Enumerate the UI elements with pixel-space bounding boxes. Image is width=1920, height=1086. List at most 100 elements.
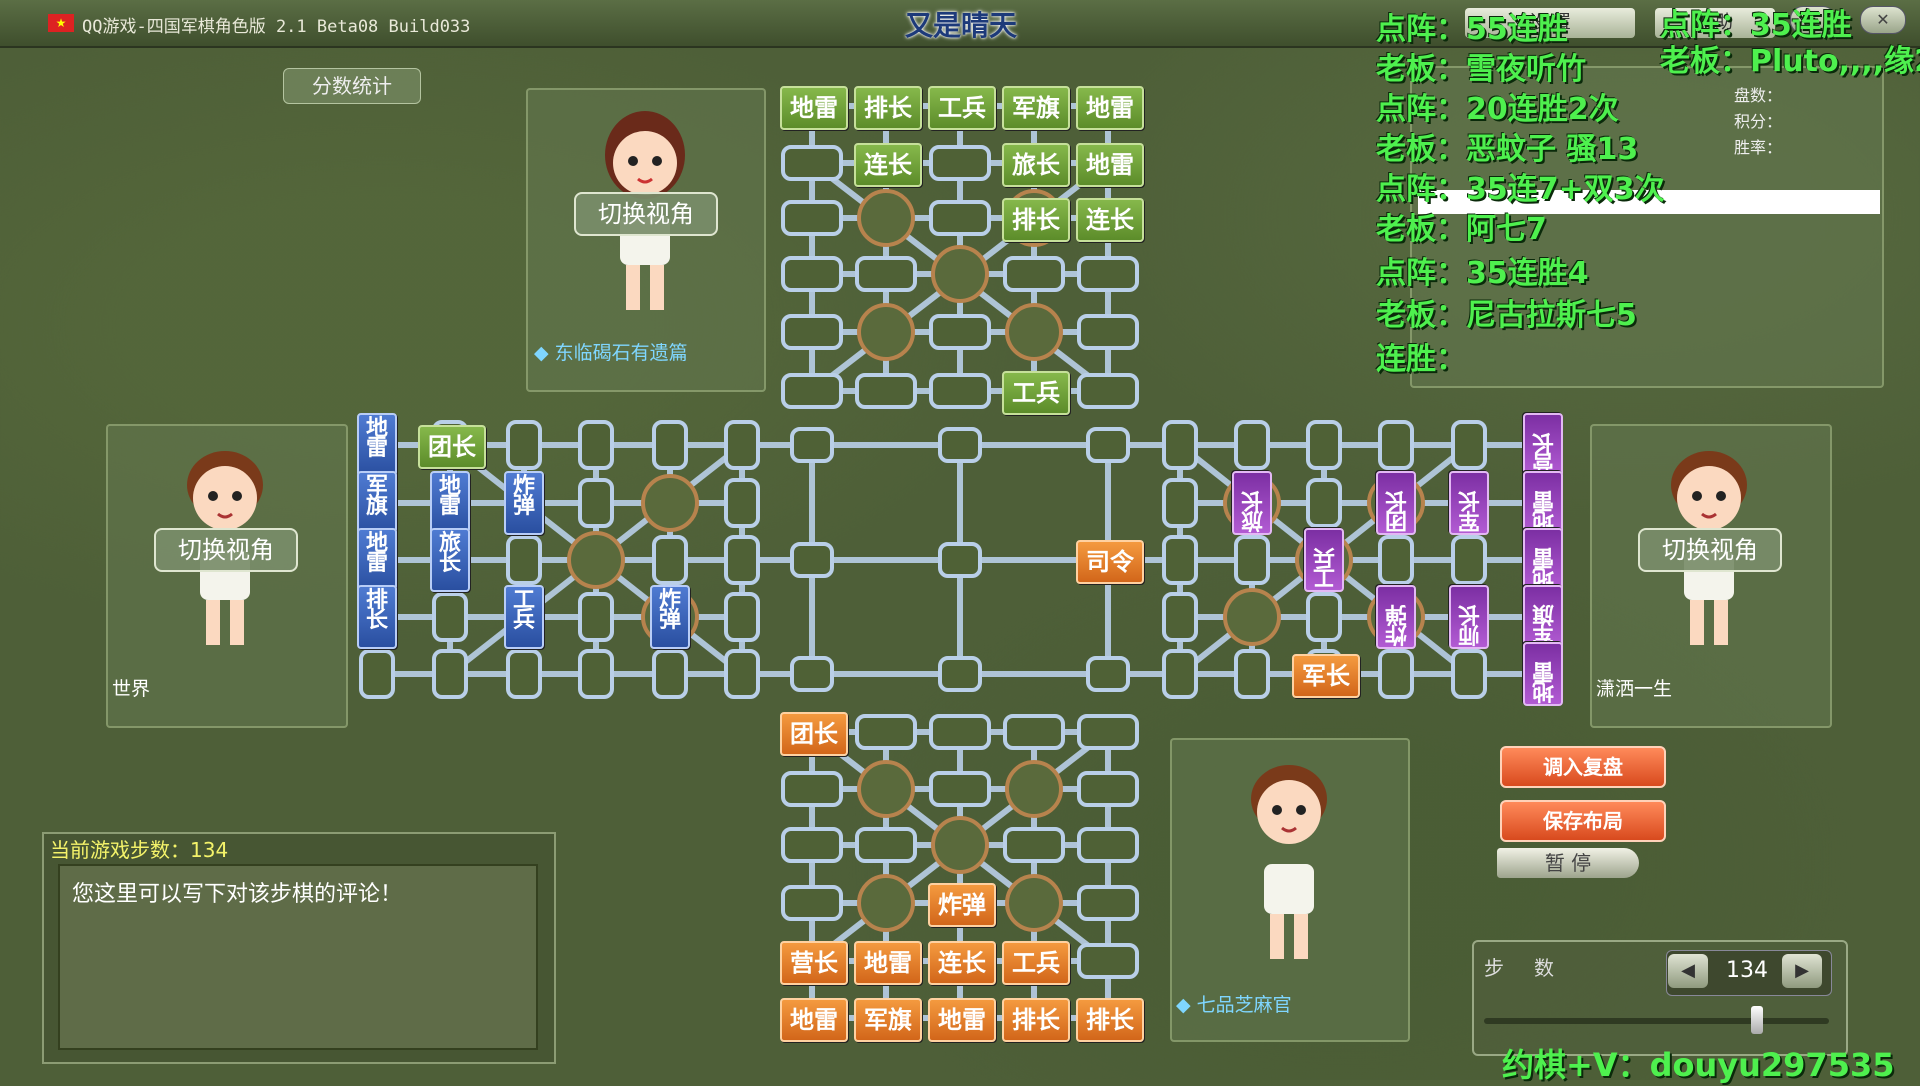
board-slot[interactable] bbox=[1003, 827, 1065, 863]
board-slot[interactable] bbox=[781, 827, 843, 863]
board-slot[interactable] bbox=[506, 649, 542, 699]
game-piece[interactable]: 工兵 bbox=[928, 86, 996, 130]
game-piece[interactable]: 地雷 bbox=[357, 528, 397, 592]
board-slot[interactable] bbox=[1234, 535, 1270, 585]
board-slot[interactable] bbox=[1451, 535, 1487, 585]
game-piece[interactable]: 军长 bbox=[1449, 471, 1489, 535]
game-piece[interactable]: 排长 bbox=[1076, 998, 1144, 1042]
board-slot[interactable] bbox=[578, 420, 614, 470]
game-piece[interactable]: 地雷 bbox=[430, 471, 470, 535]
game-piece[interactable]: 炸弹 bbox=[504, 471, 544, 535]
game-piece[interactable]: 炸弹 bbox=[1376, 585, 1416, 649]
board-slot[interactable] bbox=[724, 649, 760, 699]
game-piece[interactable]: 旅长 bbox=[1002, 143, 1070, 187]
board-slot[interactable] bbox=[1003, 256, 1065, 292]
board-slot[interactable] bbox=[724, 535, 760, 585]
board-slot[interactable] bbox=[781, 771, 843, 807]
board-slot[interactable] bbox=[1077, 714, 1139, 750]
board-slot[interactable] bbox=[781, 885, 843, 921]
game-piece[interactable]: 旅长 bbox=[430, 528, 470, 592]
camp-slot[interactable] bbox=[931, 245, 989, 303]
camp-slot[interactable] bbox=[1005, 874, 1063, 932]
board-slot[interactable] bbox=[578, 649, 614, 699]
board-slot[interactable] bbox=[1077, 373, 1139, 409]
board-slot[interactable] bbox=[1234, 649, 1270, 699]
game-piece[interactable]: 军旗 bbox=[1523, 585, 1563, 649]
pause-button[interactable]: 暂 停 bbox=[1497, 848, 1639, 878]
game-piece[interactable]: 地雷 bbox=[1076, 86, 1144, 130]
board-slot[interactable] bbox=[1378, 649, 1414, 699]
game-piece[interactable]: 军旗 bbox=[1002, 86, 1070, 130]
board-slot[interactable] bbox=[929, 314, 991, 350]
game-piece[interactable]: 师长 bbox=[1449, 585, 1489, 649]
game-piece[interactable]: 军旗 bbox=[854, 998, 922, 1042]
board-slot[interactable] bbox=[1077, 256, 1139, 292]
board-slot[interactable] bbox=[724, 592, 760, 642]
board-slot[interactable] bbox=[929, 714, 991, 750]
game-piece[interactable]: 炸弹 bbox=[928, 883, 996, 927]
camp-slot[interactable] bbox=[1005, 303, 1063, 361]
board-slot[interactable] bbox=[652, 535, 688, 585]
railway-node[interactable] bbox=[790, 427, 834, 463]
board-slot[interactable] bbox=[781, 373, 843, 409]
board-slot[interactable] bbox=[1077, 943, 1139, 979]
board-slot[interactable] bbox=[1451, 649, 1487, 699]
next-step-button[interactable]: ▶ bbox=[1782, 954, 1822, 988]
game-piece[interactable]: 军旗 bbox=[357, 471, 397, 535]
game-piece[interactable]: 工兵 bbox=[504, 585, 544, 649]
game-piece[interactable]: 营长 bbox=[1523, 413, 1563, 477]
board-slot[interactable] bbox=[929, 771, 991, 807]
railway-node[interactable] bbox=[1086, 656, 1130, 692]
board-slot[interactable] bbox=[855, 373, 917, 409]
game-piece[interactable]: 排长 bbox=[357, 585, 397, 649]
camp-slot[interactable] bbox=[641, 474, 699, 532]
camp-slot[interactable] bbox=[857, 760, 915, 818]
camp-slot[interactable] bbox=[857, 874, 915, 932]
step-slider-thumb[interactable] bbox=[1750, 1006, 1763, 1034]
game-piece[interactable]: 团长 bbox=[780, 712, 848, 756]
board-slot[interactable] bbox=[578, 478, 614, 528]
game-piece[interactable]: 排长 bbox=[1002, 998, 1070, 1042]
board-slot[interactable] bbox=[1162, 478, 1198, 528]
board-slot[interactable] bbox=[652, 420, 688, 470]
board-slot[interactable] bbox=[781, 314, 843, 350]
board-slot[interactable] bbox=[1306, 420, 1342, 470]
board-slot[interactable] bbox=[1003, 714, 1065, 750]
game-piece[interactable]: 团长 bbox=[1376, 471, 1416, 535]
step-slider[interactable] bbox=[1484, 1018, 1829, 1024]
game-piece[interactable]: 炸弹 bbox=[650, 585, 690, 649]
board-slot[interactable] bbox=[781, 200, 843, 236]
railway-node[interactable] bbox=[938, 542, 982, 578]
board-slot[interactable] bbox=[929, 373, 991, 409]
board-slot[interactable] bbox=[1234, 420, 1270, 470]
railway-node[interactable] bbox=[938, 427, 982, 463]
board-slot[interactable] bbox=[1378, 420, 1414, 470]
game-piece[interactable]: 地雷 bbox=[1523, 471, 1563, 535]
board-slot[interactable] bbox=[1306, 592, 1342, 642]
game-piece[interactable]: 地雷 bbox=[1076, 143, 1144, 187]
comment-textarea[interactable]: 您这里可以写下对该步棋的评论！ bbox=[58, 864, 538, 1050]
board-slot[interactable] bbox=[1162, 420, 1198, 470]
board-slot[interactable] bbox=[578, 592, 614, 642]
game-piece[interactable]: 连长 bbox=[854, 143, 922, 187]
camp-slot[interactable] bbox=[567, 531, 625, 589]
game-piece[interactable]: 地雷 bbox=[928, 998, 996, 1042]
board-slot[interactable] bbox=[855, 714, 917, 750]
board-slot[interactable] bbox=[781, 256, 843, 292]
game-piece[interactable]: 营长 bbox=[780, 941, 848, 985]
board-slot[interactable] bbox=[929, 200, 991, 236]
board-slot[interactable] bbox=[1378, 535, 1414, 585]
camp-slot[interactable] bbox=[857, 303, 915, 361]
camp-slot[interactable] bbox=[1005, 760, 1063, 818]
game-piece[interactable]: 团长 bbox=[418, 425, 486, 469]
board-slot[interactable] bbox=[1077, 827, 1139, 863]
board-slot[interactable] bbox=[855, 256, 917, 292]
game-piece[interactable]: 地雷 bbox=[1523, 642, 1563, 706]
board-slot[interactable] bbox=[1162, 592, 1198, 642]
game-piece[interactable]: 排长 bbox=[854, 86, 922, 130]
board-slot[interactable] bbox=[1451, 420, 1487, 470]
game-piece[interactable]: 司令 bbox=[1076, 540, 1144, 584]
board-slot[interactable] bbox=[1306, 478, 1342, 528]
game-piece[interactable]: 工兵 bbox=[1002, 371, 1070, 415]
game-piece[interactable]: 连长 bbox=[1076, 198, 1144, 242]
